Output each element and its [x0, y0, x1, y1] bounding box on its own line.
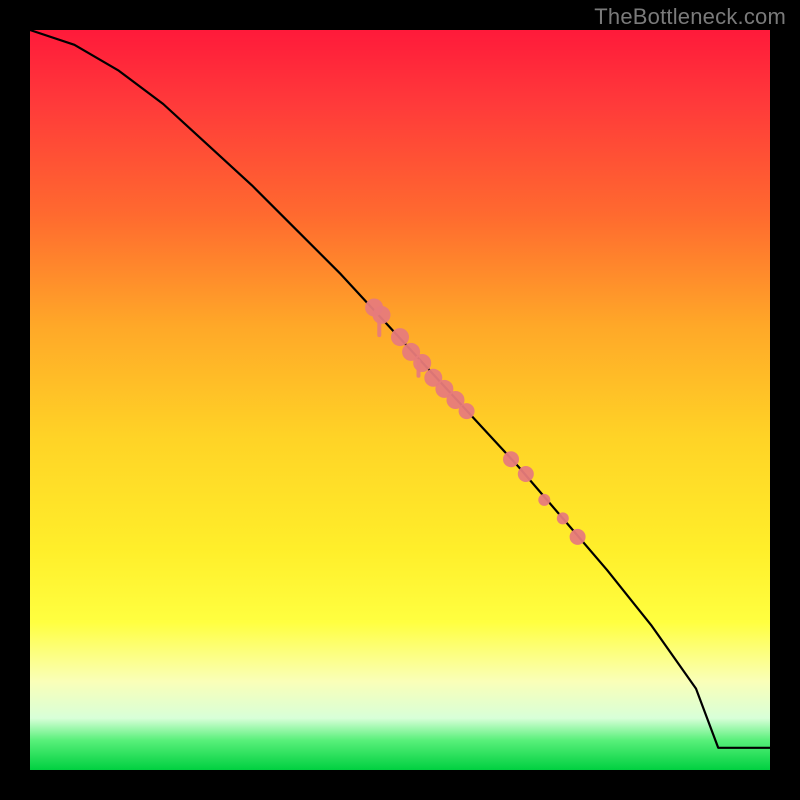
watermark: TheBottleneck.com	[594, 4, 786, 30]
data-marker	[373, 306, 391, 324]
data-marker	[557, 512, 569, 524]
data-marker	[503, 451, 519, 467]
data-marker	[391, 328, 409, 346]
chart-overlay	[30, 30, 770, 770]
data-marker	[459, 403, 475, 419]
data-marker	[538, 494, 550, 506]
data-marker	[570, 529, 586, 545]
outer-frame: TheBottleneck.com	[0, 0, 800, 800]
data-marker	[413, 354, 431, 372]
data-marker	[518, 466, 534, 482]
bottleneck-curve	[30, 30, 770, 748]
